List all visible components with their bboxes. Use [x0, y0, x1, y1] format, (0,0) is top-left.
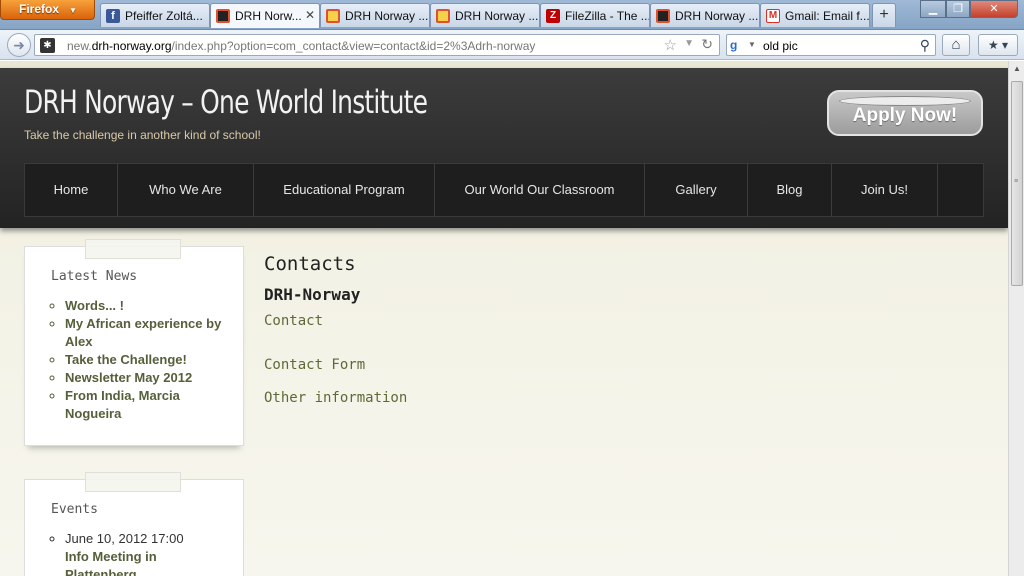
- nav-item-blog[interactable]: Blog: [748, 164, 832, 216]
- main-navigation: Home Who We Are Educational Program Our …: [24, 163, 984, 217]
- facebook-icon: f: [106, 9, 120, 23]
- url-text[interactable]: new.drh-norway.org/index.php?option=com_…: [67, 39, 535, 53]
- url-path: /index.php?option=com_contact&view=conta…: [171, 39, 536, 53]
- news-item[interactable]: My African experience by Alex: [65, 315, 235, 351]
- close-tab-icon[interactable]: ✕: [305, 8, 315, 22]
- joomla-icon: [436, 9, 450, 23]
- event-date: June 10, 2012 17:00: [65, 530, 235, 548]
- events-list: June 10, 2012 17:00 Info Meeting in Plat…: [65, 530, 235, 576]
- search-icon[interactable]: ⚲: [920, 37, 930, 54]
- scroll-up-arrow-icon[interactable]: ▲: [1010, 61, 1024, 77]
- new-tab-button[interactable]: +: [872, 3, 896, 27]
- firefox-menu-button[interactable]: Firefox ▼: [0, 0, 95, 20]
- browser-tab[interactable]: Z FileZilla - The ...: [540, 3, 650, 27]
- tab-label: DRH Norway ...: [345, 9, 429, 23]
- tab-label: DRH Norw...: [235, 9, 302, 23]
- back-button[interactable]: ➜: [7, 33, 31, 57]
- main-content: Contacts DRH-Norway Contact Contact Form…: [264, 253, 407, 406]
- history-dropdown-icon[interactable]: ▼: [684, 38, 694, 49]
- site-header: DRH Norway – One World Institute Take th…: [0, 68, 1008, 228]
- page-viewport: DRH Norway – One World Institute Take th…: [0, 61, 1008, 576]
- nav-item-join-us[interactable]: Join Us!: [832, 164, 938, 216]
- nav-item-educational-program[interactable]: Educational Program: [254, 164, 435, 216]
- nav-item-who-we-are[interactable]: Who We Are: [118, 164, 254, 216]
- filezilla-icon: Z: [546, 9, 560, 23]
- news-item[interactable]: Newsletter May 2012: [65, 369, 235, 387]
- gmail-icon: M: [766, 9, 780, 23]
- joomla-icon: [656, 9, 670, 23]
- search-engine-dropdown-icon[interactable]: ▼: [748, 40, 756, 49]
- search-input[interactable]: old pic: [763, 39, 798, 53]
- nav-item-our-world-our-classroom[interactable]: Our World Our Classroom: [435, 164, 645, 216]
- scrollbar-thumb[interactable]: ≡: [1011, 81, 1023, 286]
- url-prefix: new.: [67, 39, 92, 53]
- news-item[interactable]: Words... !: [65, 297, 235, 315]
- page-title: Contacts: [264, 253, 356, 275]
- browser-tab[interactable]: DRH Norway ...: [650, 3, 760, 27]
- nav-item-gallery[interactable]: Gallery: [645, 164, 748, 216]
- tab-label: FileZilla - The ...: [565, 9, 650, 23]
- browser-tab[interactable]: f Pfeiffer Zoltá...: [100, 3, 210, 27]
- apply-now-button[interactable]: Apply Now!: [827, 90, 983, 136]
- firefox-menu-label: Firefox: [19, 2, 60, 16]
- minimize-button[interactable]: ▁: [920, 0, 946, 18]
- news-item[interactable]: Take the Challenge!: [65, 351, 235, 369]
- google-icon[interactable]: g: [730, 38, 746, 53]
- joomla-icon: [216, 9, 230, 23]
- contact-name: DRH-Norway: [264, 285, 361, 304]
- tab-label: DRH Norway ...: [675, 9, 759, 23]
- tab-label: Pfeiffer Zoltá...: [125, 9, 203, 23]
- close-window-button[interactable]: ✕: [970, 0, 1018, 18]
- navigation-toolbar: ➜ ✱ new.drh-norway.org/index.php?option=…: [0, 30, 1024, 60]
- tab-label: DRH Norway ...: [455, 9, 539, 23]
- bookmark-star-icon[interactable]: ☆: [664, 36, 677, 54]
- search-bar[interactable]: g ▼ old pic ⚲: [726, 34, 936, 56]
- url-domain: drh-norway.org: [91, 39, 172, 53]
- browser-tab-active[interactable]: DRH Norw... ✕: [210, 3, 320, 28]
- home-button[interactable]: ⌂: [942, 34, 970, 56]
- module-title: Latest News: [51, 269, 138, 284]
- nav-item-home[interactable]: Home: [25, 164, 118, 216]
- site-tagline: Take the challenge in another kind of sc…: [24, 128, 261, 142]
- browser-tab[interactable]: DRH Norway ...: [320, 3, 430, 27]
- vertical-scrollbar[interactable]: ▲ ≡: [1008, 61, 1024, 576]
- chevron-down-icon: ▼: [69, 6, 77, 15]
- events-module: Events June 10, 2012 17:00 Info Meeting …: [24, 472, 244, 576]
- tape-decoration: [85, 239, 181, 259]
- tape-decoration: [85, 472, 181, 492]
- other-information-link[interactable]: Other information: [264, 390, 407, 406]
- site-title[interactable]: DRH Norway – One World Institute: [24, 83, 428, 121]
- module-title: Events: [51, 502, 98, 517]
- title-bar: Firefox ▼ f Pfeiffer Zoltá... DRH Norw...…: [0, 0, 1024, 30]
- tab-label: Gmail: Email f...: [785, 9, 870, 23]
- nav-item-empty: [938, 164, 983, 216]
- reload-icon[interactable]: ↻: [701, 36, 713, 53]
- grip-icon: ≡: [1014, 178, 1019, 185]
- browser-tab[interactable]: DRH Norway ...: [430, 3, 540, 27]
- address-bar[interactable]: ✱ new.drh-norway.org/index.php?option=co…: [34, 34, 720, 56]
- latest-news-module: Latest News Words... ! My African experi…: [24, 239, 244, 446]
- news-item[interactable]: From India, Marcia Nogueira: [65, 387, 235, 423]
- contact-section-link[interactable]: Contact: [264, 313, 407, 329]
- site-favicon: ✱: [40, 38, 55, 53]
- news-list: Words... ! My African experience by Alex…: [65, 297, 235, 423]
- restore-button[interactable]: ❐: [946, 0, 970, 18]
- joomla-icon: [326, 9, 340, 23]
- apply-now-label: Apply Now!: [852, 105, 958, 126]
- event-title[interactable]: Info Meeting in Plattenberg...: [65, 548, 235, 576]
- contact-form-link[interactable]: Contact Form: [264, 357, 407, 373]
- browser-tab[interactable]: M Gmail: Email f...: [760, 3, 870, 27]
- bookmarks-button[interactable]: ★ ▾: [978, 34, 1018, 56]
